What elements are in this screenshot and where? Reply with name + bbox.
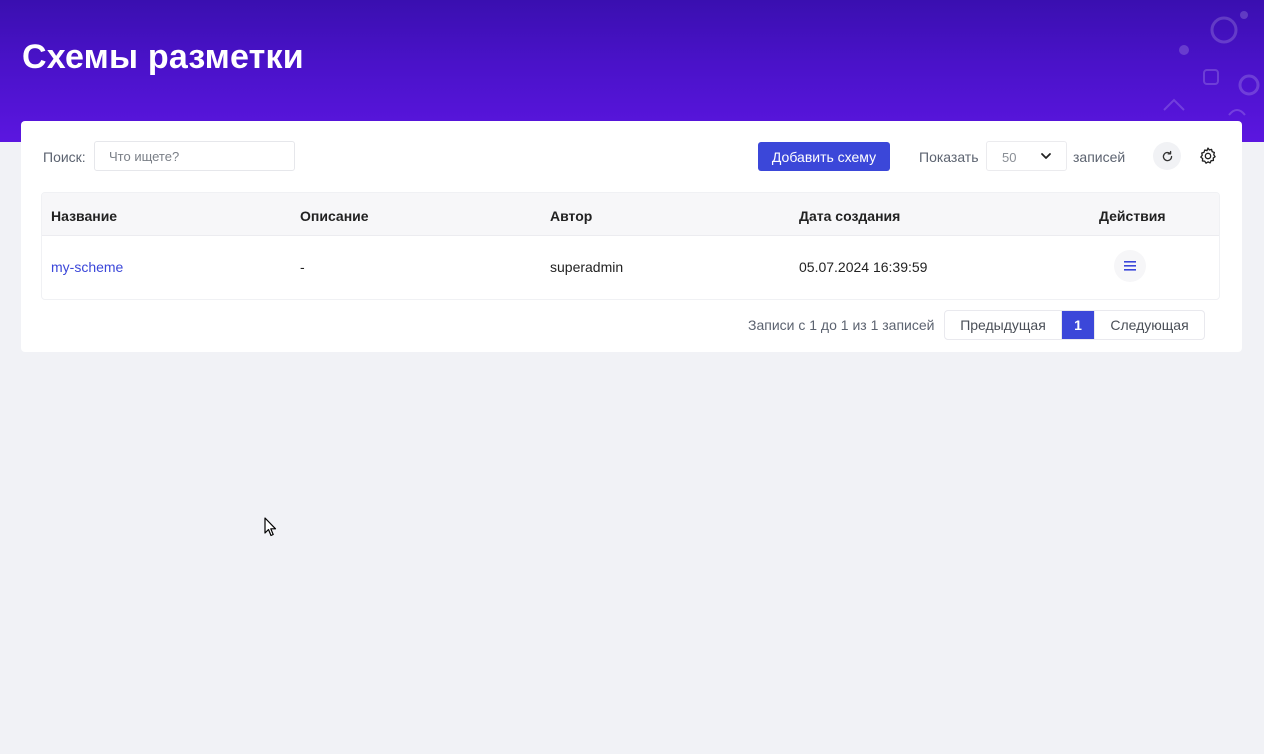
schemes-table: Название Описание Автор Дата создания Де… <box>41 192 1220 300</box>
next-page-button[interactable]: Следующая <box>1094 311 1204 339</box>
column-header-actions: Действия <box>1099 208 1166 224</box>
search-input[interactable] <box>94 141 295 171</box>
scheme-created-date: 05.07.2024 16:39:59 <box>799 259 928 275</box>
page-length-value: 50 <box>1002 150 1017 165</box>
search-label: Поиск: <box>43 149 86 165</box>
refresh-button[interactable] <box>1153 142 1181 170</box>
column-header-name[interactable]: Название <box>51 208 117 224</box>
row-actions-button[interactable] <box>1114 250 1146 282</box>
settings-button[interactable] <box>1194 142 1222 170</box>
scheme-author: superadmin <box>550 259 624 275</box>
column-header-author[interactable]: Автор <box>550 208 592 224</box>
previous-page-button[interactable]: Предыдущая <box>945 311 1062 339</box>
column-header-created[interactable]: Дата создания <box>799 208 900 224</box>
menu-icon <box>1124 261 1136 271</box>
scheme-description: - <box>300 259 305 275</box>
table-header <box>42 193 1219 236</box>
page-title: Схемы разметки <box>22 38 304 76</box>
add-scheme-button[interactable]: Добавить схему <box>758 142 890 171</box>
pagination: Предыдущая 1 Следующая <box>944 310 1205 340</box>
refresh-icon <box>1162 150 1172 161</box>
schemes-card: Поиск: Добавить схему Показать 50 записе… <box>21 121 1242 352</box>
mouse-cursor-icon <box>264 517 277 537</box>
page-length-select[interactable]: 50 <box>986 141 1067 171</box>
records-label: записей <box>1073 149 1126 165</box>
show-label: Показать <box>919 149 979 165</box>
current-page-button[interactable]: 1 <box>1062 311 1094 339</box>
scheme-name-link[interactable]: my-scheme <box>51 259 123 275</box>
column-header-description[interactable]: Описание <box>300 208 369 224</box>
chevron-down-icon <box>1041 153 1051 159</box>
records-info: Записи с 1 до 1 из 1 записей <box>748 317 935 333</box>
gear-icon <box>1200 147 1216 164</box>
